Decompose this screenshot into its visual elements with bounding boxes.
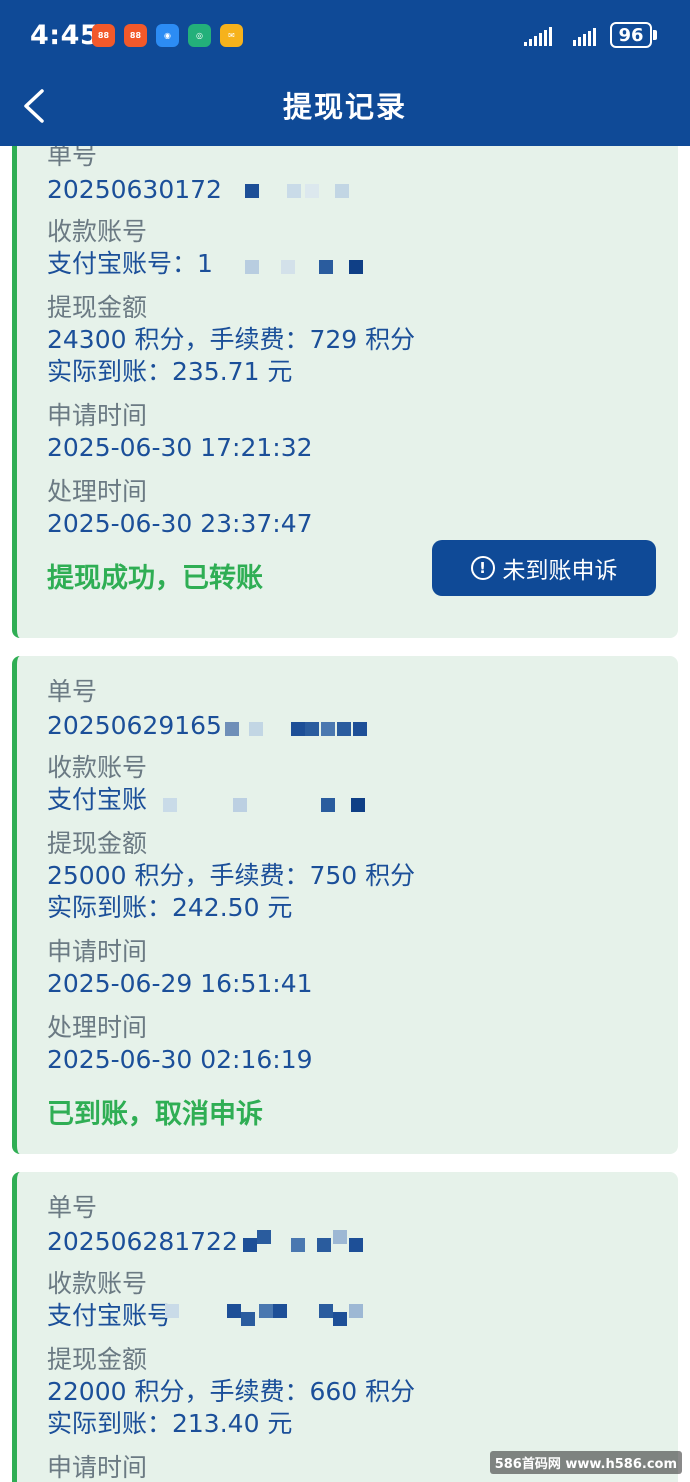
apply-time-label: 申请时间 bbox=[47, 1453, 148, 1482]
withdraw-amount-label: 提现金额 bbox=[47, 293, 148, 322]
apply-time-label: 申请时间 bbox=[47, 401, 148, 430]
account-label: 收款账号 bbox=[47, 753, 148, 782]
status-bar: 4:45 88 88 ◉ ◎ ✉ 96 bbox=[0, 0, 690, 72]
order-number-value: 20250630172 bbox=[47, 175, 222, 204]
app-notification-icon: ◉ bbox=[156, 24, 179, 47]
page-title: 提现记录 bbox=[282, 90, 407, 124]
withdraw-amount-value: 22000 积分，手续费：660 积分 bbox=[47, 1377, 416, 1406]
record-card: 单号 20250629165 收款账号 支付宝账 提现金额 25000 积分，手… bbox=[12, 656, 678, 1154]
apply-time-value: 2025-06-29 16:51:41 bbox=[47, 969, 313, 998]
received-amount-value: 实际到账：213.40 元 bbox=[47, 1409, 293, 1438]
record-card: 单号 202506281722 收款账号 支付宝账号 提现金额 22000 积分… bbox=[12, 1172, 678, 1482]
order-number-label: 单号 bbox=[47, 146, 98, 170]
order-number-value: 20250629165 bbox=[47, 711, 222, 740]
withdraw-amount-label: 提现金额 bbox=[47, 829, 148, 858]
account-value: 支付宝账号 bbox=[47, 1301, 173, 1330]
status-text: 提现成功，已转账 bbox=[47, 563, 263, 594]
mail-icon: ✉ bbox=[220, 24, 243, 47]
account-label: 收款账号 bbox=[47, 217, 148, 246]
process-time-value: 2025-06-30 02:16:19 bbox=[47, 1045, 313, 1074]
battery-icon: 96 bbox=[610, 22, 652, 48]
app-notification-icon: 88 bbox=[92, 24, 115, 47]
process-time-label: 处理时间 bbox=[47, 1013, 148, 1042]
account-value: 支付宝账号：1 bbox=[47, 249, 213, 278]
process-time-label: 处理时间 bbox=[47, 477, 148, 506]
signal-icon bbox=[573, 26, 596, 46]
withdraw-amount-label: 提现金额 bbox=[47, 1345, 148, 1374]
apply-time-value: 2025-06-30 17:21:32 bbox=[47, 433, 313, 462]
account-value: 支付宝账 bbox=[47, 785, 148, 814]
record-card: 单号 20250630172 收款账号 支付宝账号：1 提现金额 24300 积… bbox=[12, 146, 678, 638]
withdrawal-record-list[interactable]: 单号 20250630172 收款账号 支付宝账号：1 提现金额 24300 积… bbox=[0, 146, 690, 1482]
order-number-label: 单号 bbox=[47, 677, 98, 706]
app-notification-icon: ◎ bbox=[188, 24, 211, 47]
signal-5g-icon bbox=[524, 26, 552, 46]
app-notification-icon: 88 bbox=[124, 24, 147, 47]
withdraw-amount-value: 25000 积分，手续费：750 积分 bbox=[47, 861, 416, 890]
notification-icons: 88 88 ◉ ◎ ✉ bbox=[92, 24, 243, 48]
exclamation-circle-icon: ! bbox=[470, 556, 495, 580]
process-time-value: 2025-06-30 23:37:47 bbox=[47, 509, 313, 538]
apply-time-label: 申请时间 bbox=[47, 937, 148, 966]
received-amount-value: 实际到账：235.71 元 bbox=[47, 357, 293, 386]
withdraw-amount-value: 24300 积分，手续费：729 积分 bbox=[47, 325, 416, 354]
order-number-value: 202506281722 bbox=[47, 1227, 238, 1256]
app-bar: 4:45 88 88 ◉ ◎ ✉ 96 提现记录 bbox=[0, 0, 690, 146]
appeal-button[interactable]: ! 未到账申诉 bbox=[432, 540, 656, 596]
site-watermark: 586首码网 www.h586.com bbox=[489, 1451, 682, 1474]
appeal-button-label: 未到账申诉 bbox=[502, 558, 618, 584]
status-text: 已到账，取消申诉 bbox=[47, 1099, 263, 1130]
status-time: 4:45 bbox=[30, 20, 100, 51]
order-number-label: 单号 bbox=[47, 1193, 98, 1222]
battery-tip bbox=[653, 30, 657, 40]
account-label: 收款账号 bbox=[47, 1269, 148, 1298]
received-amount-value: 实际到账：242.50 元 bbox=[47, 893, 293, 922]
